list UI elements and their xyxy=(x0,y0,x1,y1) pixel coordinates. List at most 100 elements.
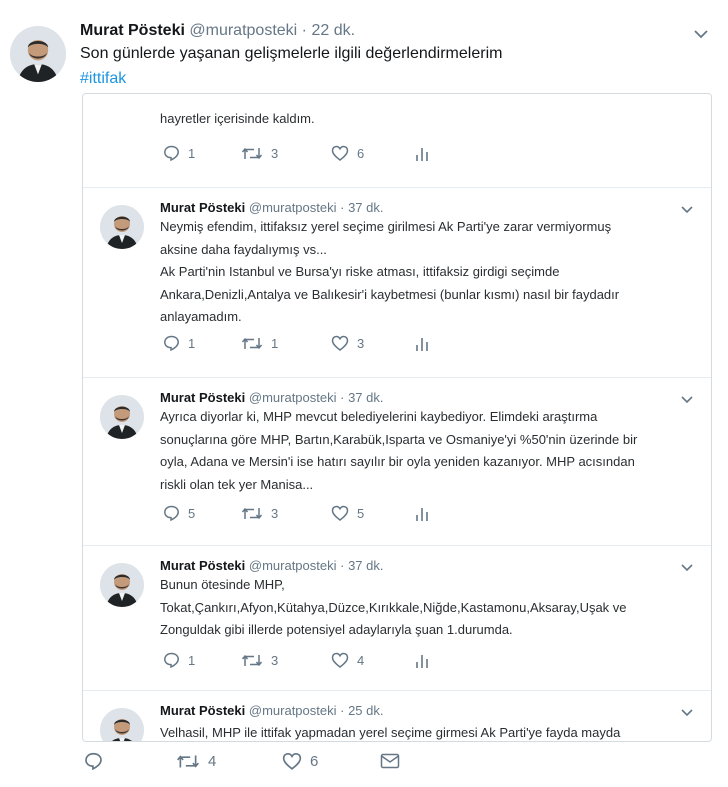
chevron-down-icon[interactable] xyxy=(681,559,693,575)
reply-icon xyxy=(164,505,179,521)
retweet-button[interactable]: 1 xyxy=(241,336,331,351)
analytics-button[interactable] xyxy=(415,146,429,161)
tweet-text: Ayrıca diyorlar ki, MHP mevcut belediyel… xyxy=(160,406,637,496)
tweet-text-line: oyla, Adana ve Mersin'i ise hatırı sayıl… xyxy=(160,454,635,469)
avatar[interactable] xyxy=(100,395,144,439)
heart-icon xyxy=(331,145,349,161)
main-tweet: Murat Pösteki @muratposteki · 22 dk. Son… xyxy=(0,0,728,787)
tweet-text: Neymiş efendim, ittifaksız yerel seçime … xyxy=(160,216,619,329)
analytics-button[interactable] xyxy=(415,336,429,351)
reply-button[interactable] xyxy=(84,752,176,770)
reply-button[interactable]: 5 xyxy=(163,505,241,521)
retweet-icon xyxy=(241,337,263,349)
retweet-icon xyxy=(241,507,263,519)
tweet-text-line: Zonguldak gibi illerde potensiyel adayla… xyxy=(160,622,513,637)
retweet-count: 3 xyxy=(271,145,279,161)
tweet-text-line: Bunun ötesinde MHP, xyxy=(160,577,285,592)
thread-tweet[interactable]: hayretler içerisinde kaldım. 1 3 6 xyxy=(83,94,711,187)
author-handle[interactable]: @muratposteki xyxy=(249,558,337,573)
avatar[interactable] xyxy=(100,708,144,741)
embedded-thread: hayretler içerisinde kaldım. 1 3 6 Murat… xyxy=(82,93,712,742)
tweet-actions: 1 3 6 xyxy=(163,145,429,161)
like-count: 6 xyxy=(310,752,319,770)
tweet-timestamp[interactable]: · 37 dk. xyxy=(340,390,383,405)
tweet-header: Murat Pösteki @muratposteki · 37 dk. xyxy=(160,390,383,405)
tweet-timestamp[interactable]: · 25 dk. xyxy=(340,703,383,718)
tweet-text-line: anlayamadım. xyxy=(160,309,242,324)
tweet-timestamp[interactable]: · 37 dk. xyxy=(340,558,383,573)
envelope-icon xyxy=(380,753,400,769)
retweet-button[interactable]: 4 xyxy=(176,753,282,770)
tweet-timestamp[interactable]: · 37 dk. xyxy=(340,200,383,215)
thread-tweet[interactable]: Murat Pösteki @muratposteki · 37 dk. Bun… xyxy=(83,545,711,691)
tweet-text: hayretler içerisinde kaldım. xyxy=(160,108,315,131)
avatar[interactable] xyxy=(100,205,144,249)
tweet-timestamp[interactable]: · 22 dk. xyxy=(302,22,355,39)
reply-button[interactable]: 1 xyxy=(163,335,241,351)
retweet-icon xyxy=(241,654,263,666)
tweet-text: Son günlerde yaşanan gelişmelerle ilgili… xyxy=(80,45,503,62)
hashtag-link[interactable]: #ittifak xyxy=(80,70,126,88)
chevron-down-icon[interactable] xyxy=(681,704,693,720)
author-name[interactable]: Murat Pösteki xyxy=(160,558,245,573)
chevron-down-icon[interactable] xyxy=(694,26,708,44)
retweet-button[interactable]: 3 xyxy=(241,146,331,161)
reply-button[interactable]: 1 xyxy=(163,652,241,668)
like-button[interactable]: 5 xyxy=(331,505,415,521)
retweet-button[interactable]: 3 xyxy=(241,653,331,668)
chevron-down-icon[interactable] xyxy=(681,391,693,407)
like-button[interactable]: 6 xyxy=(282,752,380,770)
tweet-header: Murat Pösteki @muratposteki · 37 dk. xyxy=(160,200,383,215)
analytics-icon xyxy=(416,507,428,521)
like-button[interactable]: 6 xyxy=(331,145,415,161)
retweet-button[interactable]: 3 xyxy=(241,506,331,521)
tweet-text-line: sonuçlarına göre MHP, Bartın,Karabük,Isp… xyxy=(160,431,638,447)
reply-button[interactable]: 1 xyxy=(163,145,241,161)
author-name[interactable]: Murat Pösteki xyxy=(160,390,245,405)
heart-icon xyxy=(331,652,349,668)
author-name[interactable]: Murat Pösteki xyxy=(160,200,245,215)
tweet-text-line: Ankara,Denizli,Antalya ve Balıkesir'i ka… xyxy=(160,286,620,302)
like-count: 5 xyxy=(357,505,365,521)
tweet-text-line: riskli olan tek yer Manisa... xyxy=(160,476,314,492)
author-name[interactable]: Murat Pösteki xyxy=(80,22,185,39)
heart-icon xyxy=(282,752,302,770)
tweet-text: Velhasil, MHP ile ittifak yapmadan yerel… xyxy=(160,722,620,741)
like-button[interactable]: 3 xyxy=(331,335,415,351)
author-handle[interactable]: @muratposteki xyxy=(249,200,337,215)
reply-icon xyxy=(164,335,179,351)
avatar[interactable] xyxy=(100,563,144,607)
reply-icon xyxy=(164,145,179,161)
author-name[interactable]: Murat Pösteki xyxy=(160,703,245,718)
tweet-header: Murat Pösteki @muratposteki · 37 dk. xyxy=(160,558,383,573)
reply-count: 1 xyxy=(188,335,196,351)
like-count: 6 xyxy=(357,145,365,161)
analytics-button[interactable] xyxy=(415,653,429,668)
like-button[interactable]: 4 xyxy=(331,652,415,668)
author-handle[interactable]: @muratposteki xyxy=(189,22,297,39)
tweet-text-line: Ak Parti'nin Istanbul ve Bursa'yı riske … xyxy=(160,264,560,279)
thread-tweet[interactable]: Murat Pösteki @muratposteki · 25 dk. Vel… xyxy=(83,690,711,741)
retweet-count: 3 xyxy=(271,652,279,668)
tweet-text-line: Ayrıca diyorlar ki, MHP mevcut belediyel… xyxy=(160,409,598,424)
thread-tweet[interactable]: Murat Pösteki @muratposteki · 37 dk. Ney… xyxy=(83,187,711,378)
retweet-count: 1 xyxy=(271,335,279,351)
thread-tweet[interactable]: Murat Pösteki @muratposteki · 37 dk. Ayr… xyxy=(83,377,711,546)
analytics-button[interactable] xyxy=(415,506,429,521)
author-handle[interactable]: @muratposteki xyxy=(249,390,337,405)
chevron-down-icon[interactable] xyxy=(681,201,693,217)
retweet-count: 4 xyxy=(208,752,217,770)
avatar[interactable] xyxy=(10,26,66,82)
tweet-header: Murat Pösteki @muratposteki · 22 dk. xyxy=(80,22,355,40)
tweet-actions: 1 1 3 xyxy=(163,335,429,351)
tweet-text-line: Tokat,Çankırı,Afyon,Kütahya,Düzce,Kırıkk… xyxy=(160,599,627,615)
tweet-actions: 1 3 4 xyxy=(163,652,429,668)
like-count: 3 xyxy=(357,335,365,351)
author-handle[interactable]: @muratposteki xyxy=(249,703,337,718)
heart-icon xyxy=(331,505,349,521)
analytics-icon xyxy=(416,654,428,668)
direct-message-button[interactable] xyxy=(380,753,400,769)
reply-count: 5 xyxy=(188,505,196,521)
like-count: 4 xyxy=(357,652,365,668)
reply-count: 1 xyxy=(188,145,196,161)
